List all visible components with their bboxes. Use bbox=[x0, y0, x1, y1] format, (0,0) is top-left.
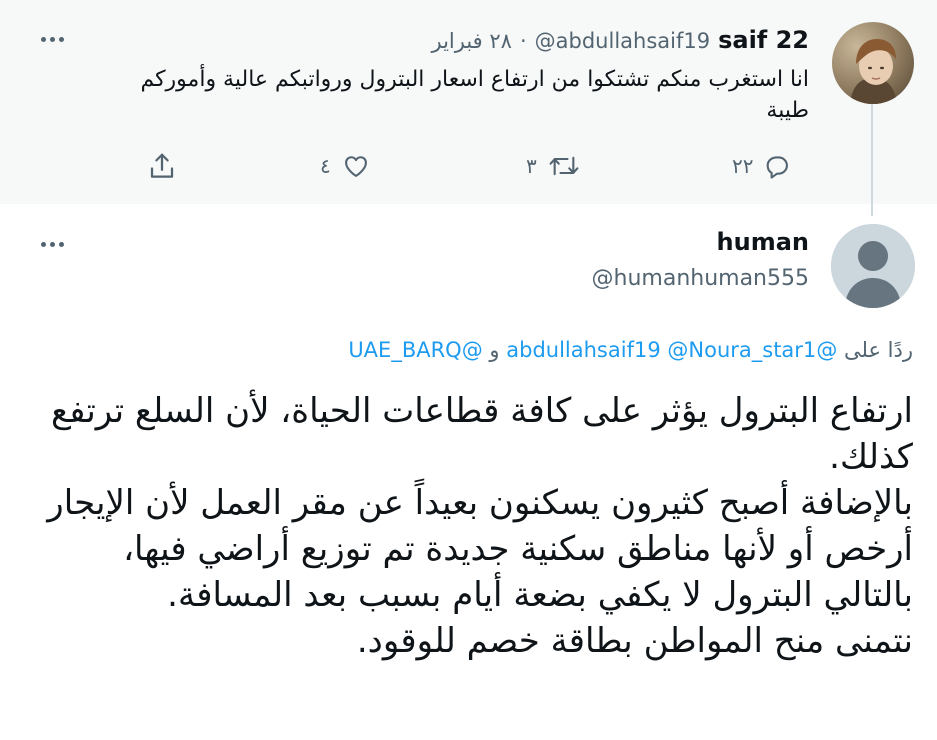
heart-icon bbox=[341, 152, 371, 180]
reply-button[interactable]: ٢٢ bbox=[732, 148, 791, 184]
header-separator: · bbox=[519, 29, 527, 53]
reply-bubble-icon bbox=[763, 152, 791, 180]
and-word: و bbox=[489, 338, 500, 362]
reply-count: ٢٢ bbox=[732, 154, 754, 178]
reply-text-paragraph: بالإضافة أصبح كثيرون يسكنون بعيداً عن مق… bbox=[47, 483, 913, 615]
parent-handle[interactable]: @abdullahsaif19 bbox=[535, 29, 710, 53]
reply-handle[interactable]: @humanhuman555 bbox=[592, 266, 809, 291]
share-button[interactable] bbox=[146, 148, 178, 184]
retweet-count: ٣ bbox=[526, 154, 537, 178]
mention-link[interactable]: @UAE_BARQ bbox=[348, 338, 482, 362]
like-count: ٤ bbox=[320, 154, 331, 178]
mention-link[interactable]: @Noura_star1 bbox=[667, 338, 816, 362]
parent-avatar[interactable] bbox=[832, 22, 914, 104]
reply-text-paragraph: ارتفاع البترول يؤثر على كافة قطاعات الحي… bbox=[51, 391, 913, 477]
retweet-button[interactable]: ٣ bbox=[526, 148, 581, 184]
reply-avatar[interactable] bbox=[831, 224, 915, 308]
more-options-icon[interactable] bbox=[37, 238, 67, 250]
reply-text-paragraph: نتمنى منح المواطن بطاقة خصم للوقود. bbox=[356, 621, 913, 661]
share-icon bbox=[146, 151, 178, 181]
parent-tweet[interactable]: saif 22 @abdullahsaif19 · ٢٨ فبراير انا … bbox=[0, 0, 937, 204]
thread-connector-line bbox=[871, 104, 873, 216]
parent-tweet-header: saif 22 @abdullahsaif19 · ٢٨ فبراير bbox=[431, 26, 809, 56]
replying-to-line: ردًا على @abdullahsaif19 @Noura_star1 و … bbox=[348, 338, 913, 362]
replying-to-label: ردًا على bbox=[844, 338, 913, 362]
parent-tweet-text: انا استغرب منكم تشتكوا من ارتفاع اسعار ا… bbox=[140, 67, 809, 123]
retweet-icon bbox=[547, 152, 581, 180]
reply-tweet-text: ارتفاع البترول يؤثر على كافة قطاعات الحي… bbox=[33, 388, 913, 664]
like-button[interactable]: ٤ bbox=[320, 148, 371, 184]
parent-display-name[interactable]: saif 22 bbox=[718, 26, 809, 54]
parent-date[interactable]: ٢٨ فبراير bbox=[431, 29, 511, 53]
reply-display-name[interactable]: human bbox=[717, 228, 809, 256]
more-options-icon[interactable] bbox=[37, 33, 67, 45]
